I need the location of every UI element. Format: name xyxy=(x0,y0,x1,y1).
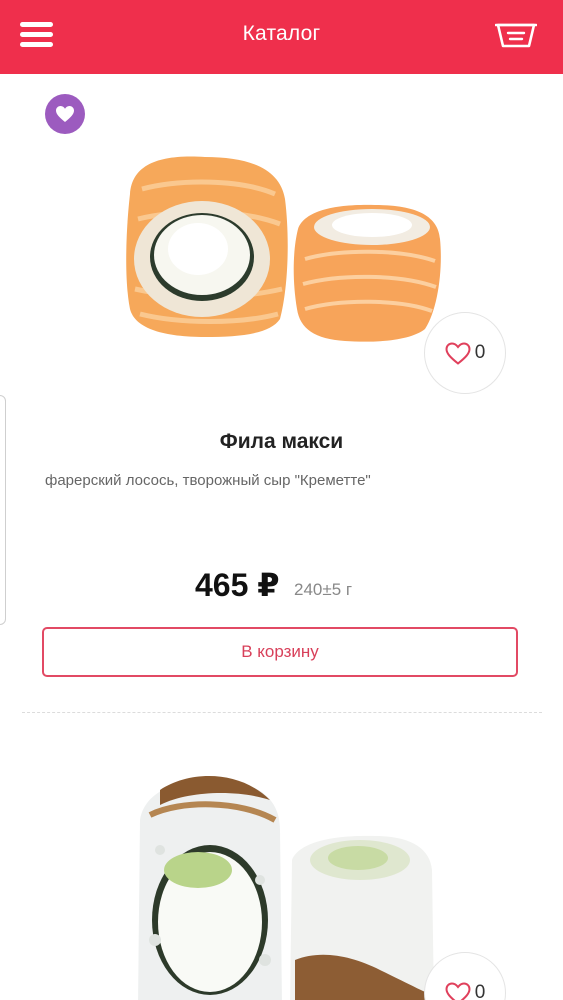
product-image xyxy=(126,156,441,342)
product-name: Фила макси xyxy=(219,430,344,453)
card-divider xyxy=(22,712,542,713)
favorite-badge xyxy=(45,94,85,134)
product-image xyxy=(138,776,434,1000)
app-bar: Каталог xyxy=(0,0,563,74)
product-description: фарерский лосось, творожный сыр "Креметт… xyxy=(45,472,371,489)
product-weight: 240±5 г xyxy=(294,580,353,599)
heart-outline-icon xyxy=(445,981,471,1000)
like-count: 0 xyxy=(474,342,486,363)
heart-badge-icon xyxy=(56,106,74,122)
page-title: Каталог xyxy=(242,22,321,45)
basket-icon xyxy=(494,23,538,48)
product-card: 0 xyxy=(0,715,563,1000)
like-count: 0 xyxy=(474,982,486,1000)
heart-outline-icon xyxy=(445,341,471,365)
like-button[interactable]: 0 xyxy=(424,312,506,394)
cart-button[interactable] xyxy=(494,18,538,50)
product-price: 465 ₽ xyxy=(195,567,280,603)
product-card: 0 Фила макси фарерский лосось, творожный… xyxy=(0,74,563,714)
add-to-cart-button[interactable]: В корзину xyxy=(42,627,518,677)
